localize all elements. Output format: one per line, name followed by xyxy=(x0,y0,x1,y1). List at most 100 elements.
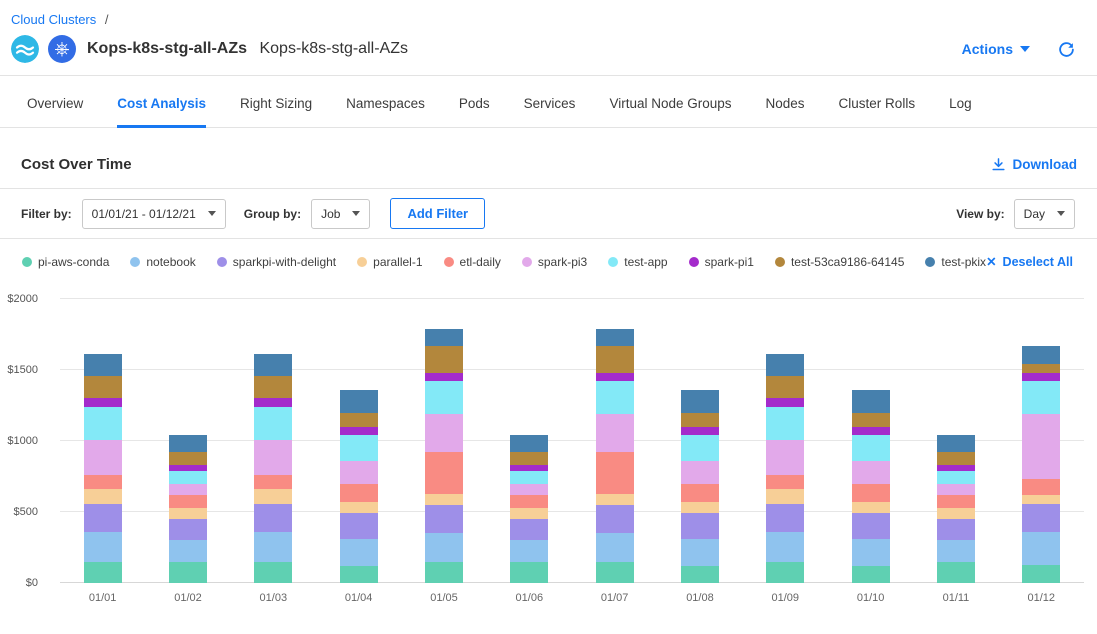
bar-segment-spark-pi3[interactable] xyxy=(340,461,378,484)
date-range-select[interactable]: 01/01/21 - 01/12/21 xyxy=(82,199,226,229)
legend-item-test-app[interactable]: test-app xyxy=(608,255,667,269)
bar-segment-notebook[interactable] xyxy=(425,533,463,561)
bar-segment-test-app[interactable] xyxy=(254,407,292,440)
bar-segment-sparkpi-with-delight[interactable] xyxy=(254,504,292,532)
bar-segment-test-app[interactable] xyxy=(340,435,378,461)
bar-segment-sparkpi-with-delight[interactable] xyxy=(169,519,207,540)
bar-segment-notebook[interactable] xyxy=(766,532,804,562)
bar-segment-test-53ca9186-64145[interactable] xyxy=(425,346,463,373)
bar-segment-test-app[interactable] xyxy=(1022,381,1060,414)
bar-segment-spark-pi1[interactable] xyxy=(84,398,122,407)
bar-segment-sparkpi-with-delight[interactable] xyxy=(84,504,122,532)
tab-overview[interactable]: Overview xyxy=(27,76,83,127)
add-filter-button[interactable]: Add Filter xyxy=(390,198,485,229)
bar-segment-parallel-1[interactable] xyxy=(1022,495,1060,504)
bar-segment-spark-pi3[interactable] xyxy=(937,484,975,495)
bar-segment-pi-aws-conda[interactable] xyxy=(254,562,292,583)
stacked-bar-01-11[interactable] xyxy=(937,299,975,583)
tab-cluster-rolls[interactable]: Cluster Rolls xyxy=(839,76,916,127)
bar-segment-test-pkix[interactable] xyxy=(169,435,207,452)
deselect-all-button[interactable]: ✕ Deselect All xyxy=(986,254,1073,269)
tab-services[interactable]: Services xyxy=(524,76,576,127)
bar-segment-pi-aws-conda[interactable] xyxy=(425,562,463,583)
bar-segment-spark-pi1[interactable] xyxy=(766,398,804,407)
bar-segment-test-app[interactable] xyxy=(852,435,890,461)
bar-segment-notebook[interactable] xyxy=(852,539,890,566)
bar-segment-test-app[interactable] xyxy=(681,435,719,461)
bar-segment-pi-aws-conda[interactable] xyxy=(852,566,890,583)
bar-segment-spark-pi3[interactable] xyxy=(425,414,463,452)
bar-segment-sparkpi-with-delight[interactable] xyxy=(425,505,463,533)
bar-segment-notebook[interactable] xyxy=(84,532,122,562)
bar-segment-spark-pi3[interactable] xyxy=(766,440,804,476)
bar-segment-etl-daily[interactable] xyxy=(169,495,207,508)
bar-segment-pi-aws-conda[interactable] xyxy=(1022,565,1060,583)
bar-segment-test-53ca9186-64145[interactable] xyxy=(254,376,292,399)
bar-segment-test-pkix[interactable] xyxy=(596,329,634,346)
bar-segment-parallel-1[interactable] xyxy=(510,508,548,519)
bar-segment-sparkpi-with-delight[interactable] xyxy=(596,505,634,533)
tab-cost-analysis[interactable]: Cost Analysis xyxy=(117,76,206,127)
bar-segment-parallel-1[interactable] xyxy=(937,508,975,519)
bar-segment-test-app[interactable] xyxy=(596,381,634,414)
stacked-bar-01-03[interactable] xyxy=(254,299,292,583)
bar-segment-test-53ca9186-64145[interactable] xyxy=(169,452,207,465)
bar-segment-spark-pi1[interactable] xyxy=(340,427,378,436)
tab-virtual-node-groups[interactable]: Virtual Node Groups xyxy=(609,76,731,127)
bar-segment-pi-aws-conda[interactable] xyxy=(681,566,719,583)
bar-segment-spark-pi1[interactable] xyxy=(1022,373,1060,382)
refresh-icon[interactable] xyxy=(1058,41,1075,58)
bar-segment-pi-aws-conda[interactable] xyxy=(84,562,122,583)
breadcrumb-link-cloud-clusters[interactable]: Cloud Clusters xyxy=(11,12,96,27)
legend-item-spark-pi3[interactable]: spark-pi3 xyxy=(522,255,587,269)
bar-segment-spark-pi3[interactable] xyxy=(681,461,719,484)
legend-item-etl-daily[interactable]: etl-daily xyxy=(444,255,501,269)
bar-segment-test-53ca9186-64145[interactable] xyxy=(340,413,378,427)
bar-segment-pi-aws-conda[interactable] xyxy=(596,562,634,583)
view-by-select[interactable]: Day xyxy=(1014,199,1075,229)
bar-segment-test-53ca9186-64145[interactable] xyxy=(510,452,548,465)
bar-segment-test-53ca9186-64145[interactable] xyxy=(596,346,634,373)
legend-item-notebook[interactable]: notebook xyxy=(130,255,195,269)
bar-segment-test-pkix[interactable] xyxy=(852,390,890,413)
bar-segment-notebook[interactable] xyxy=(596,533,634,561)
bar-segment-spark-pi3[interactable] xyxy=(169,484,207,495)
bar-segment-etl-daily[interactable] xyxy=(766,475,804,489)
legend-item-spark-pi1[interactable]: spark-pi1 xyxy=(689,255,754,269)
bar-segment-test-app[interactable] xyxy=(766,407,804,440)
bar-segment-etl-daily[interactable] xyxy=(852,484,890,502)
bar-segment-test-53ca9186-64145[interactable] xyxy=(937,452,975,465)
bar-segment-etl-daily[interactable] xyxy=(84,475,122,489)
bar-segment-test-pkix[interactable] xyxy=(425,329,463,346)
bar-segment-spark-pi1[interactable] xyxy=(852,427,890,436)
bar-segment-parallel-1[interactable] xyxy=(340,502,378,513)
bar-segment-parallel-1[interactable] xyxy=(169,508,207,519)
bar-segment-parallel-1[interactable] xyxy=(254,489,292,503)
download-button[interactable]: Download xyxy=(991,157,1078,172)
bar-segment-sparkpi-with-delight[interactable] xyxy=(510,519,548,540)
bar-segment-etl-daily[interactable] xyxy=(681,484,719,502)
bar-segment-notebook[interactable] xyxy=(510,540,548,561)
bar-segment-test-app[interactable] xyxy=(937,471,975,484)
stacked-bar-01-04[interactable] xyxy=(340,299,378,583)
bar-segment-test-app[interactable] xyxy=(84,407,122,440)
bar-segment-notebook[interactable] xyxy=(937,540,975,561)
stacked-bar-01-02[interactable] xyxy=(169,299,207,583)
bar-segment-parallel-1[interactable] xyxy=(425,494,463,505)
bar-segment-pi-aws-conda[interactable] xyxy=(169,562,207,583)
tab-log[interactable]: Log xyxy=(949,76,972,127)
bar-segment-spark-pi3[interactable] xyxy=(852,461,890,484)
bar-segment-spark-pi1[interactable] xyxy=(596,373,634,382)
bar-segment-etl-daily[interactable] xyxy=(340,484,378,502)
bar-segment-parallel-1[interactable] xyxy=(852,502,890,513)
legend-item-test-pkix[interactable]: test-pkix xyxy=(925,255,986,269)
stacked-bar-01-01[interactable] xyxy=(84,299,122,583)
bar-segment-test-app[interactable] xyxy=(425,381,463,414)
stacked-bar-01-12[interactable] xyxy=(1022,299,1060,583)
bar-segment-parallel-1[interactable] xyxy=(596,494,634,505)
bar-segment-etl-daily[interactable] xyxy=(1022,479,1060,495)
bar-segment-spark-pi1[interactable] xyxy=(425,373,463,382)
stacked-bar-01-08[interactable] xyxy=(681,299,719,583)
group-by-select[interactable]: Job xyxy=(311,199,370,229)
tab-pods[interactable]: Pods xyxy=(459,76,490,127)
